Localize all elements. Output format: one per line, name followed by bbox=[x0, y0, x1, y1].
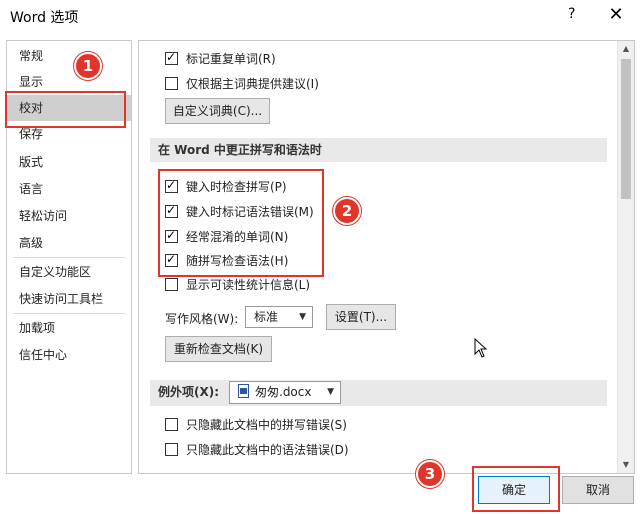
section-header-spelling-grammar: 在 Word 中更正拼写和语法时 bbox=[150, 138, 607, 162]
scroll-down-icon[interactable]: ▼ bbox=[618, 457, 634, 473]
option-label: 显示可读性统计信息(L) bbox=[186, 277, 311, 292]
annotation-box-ok bbox=[472, 466, 560, 512]
hide-spelling-errors-option[interactable]: 只隐藏此文档中的拼写错误(S) bbox=[165, 415, 347, 433]
recheck-document-button[interactable]: 重新检查文档(K) bbox=[165, 336, 272, 362]
annotation-badge-2: 2 bbox=[333, 197, 361, 225]
help-button[interactable]: ? bbox=[568, 6, 575, 22]
flag-repeated-words-option[interactable]: 标记重复单词(R) bbox=[165, 49, 276, 67]
sidebar-item-trust-center[interactable]: 信任中心 bbox=[7, 342, 131, 368]
option-label: 只隐藏此文档中的拼写错误(S) bbox=[186, 417, 347, 432]
sidebar-item-advanced[interactable]: 高级 bbox=[7, 230, 131, 256]
annotation-badge-3: 3 bbox=[416, 460, 444, 488]
exceptions-label: 例外项(X): bbox=[158, 385, 220, 399]
writing-style-label: 写作风格(W): bbox=[165, 312, 239, 326]
writing-style-value: 标准 bbox=[254, 310, 279, 324]
option-label: 仅根据主词典提供建议(I) bbox=[186, 76, 319, 91]
vertical-scrollbar[interactable]: ▲ ▼ bbox=[617, 41, 634, 473]
sidebar-divider bbox=[13, 313, 125, 314]
close-button[interactable]: ✕ bbox=[602, 4, 630, 28]
checkbox[interactable] bbox=[165, 76, 178, 90]
annotation-box-spelling-options bbox=[158, 169, 324, 277]
scrollbar-thumb[interactable] bbox=[621, 59, 631, 199]
checkbox[interactable] bbox=[165, 50, 178, 65]
readability-statistics-option[interactable]: 显示可读性统计信息(L) bbox=[165, 275, 310, 293]
settings-button[interactable]: 设置(T)... bbox=[326, 304, 396, 330]
sidebar-divider bbox=[13, 257, 125, 258]
cancel-button[interactable]: 取消 bbox=[562, 476, 634, 504]
sidebar-item-language[interactable]: 语言 bbox=[7, 176, 131, 202]
exceptions-document-select[interactable]: 匆匆.docx ▼ bbox=[229, 381, 341, 404]
annotation-badge-1: 1 bbox=[74, 52, 102, 80]
scroll-up-icon[interactable]: ▲ bbox=[618, 41, 634, 57]
exceptions-header: 例外项(X): bbox=[150, 380, 607, 406]
sidebar-item-accessibility[interactable]: 轻松访问 bbox=[7, 203, 131, 229]
checkbox[interactable] bbox=[165, 277, 178, 291]
exceptions-document-name: 匆匆.docx bbox=[255, 385, 312, 399]
hide-grammar-errors-option[interactable]: 只隐藏此文档中的语法错误(D) bbox=[165, 440, 349, 458]
main-dictionary-only-option[interactable]: 仅根据主词典提供建议(I) bbox=[165, 74, 319, 92]
custom-dictionaries-button[interactable]: 自定义词典(C)... bbox=[165, 98, 270, 124]
sidebar-item-layout[interactable]: 版式 bbox=[7, 149, 131, 175]
annotation-box-proofing bbox=[5, 91, 126, 128]
chevron-down-icon: ▼ bbox=[299, 312, 306, 322]
title-bar: Word 选项 ? ✕ bbox=[0, 0, 640, 32]
checkbox[interactable] bbox=[165, 442, 178, 456]
mouse-cursor-icon bbox=[474, 338, 488, 358]
sidebar-item-customize-ribbon[interactable]: 自定义功能区 bbox=[7, 259, 131, 285]
sidebar-item-quick-access-toolbar[interactable]: 快速访问工具栏 bbox=[7, 286, 131, 312]
word-document-icon bbox=[238, 384, 249, 398]
sidebar-item-add-ins[interactable]: 加载项 bbox=[7, 315, 131, 341]
option-label: 只隐藏此文档中的语法错误(D) bbox=[186, 442, 349, 457]
checkbox[interactable] bbox=[165, 417, 178, 431]
sidebar-item-general[interactable]: 常规 bbox=[7, 43, 131, 69]
option-label: 标记重复单词(R) bbox=[186, 51, 276, 66]
chevron-down-icon: ▼ bbox=[327, 387, 334, 397]
window-title: Word 选项 bbox=[10, 10, 79, 26]
writing-style-select[interactable]: 标准 ▼ bbox=[245, 306, 313, 328]
